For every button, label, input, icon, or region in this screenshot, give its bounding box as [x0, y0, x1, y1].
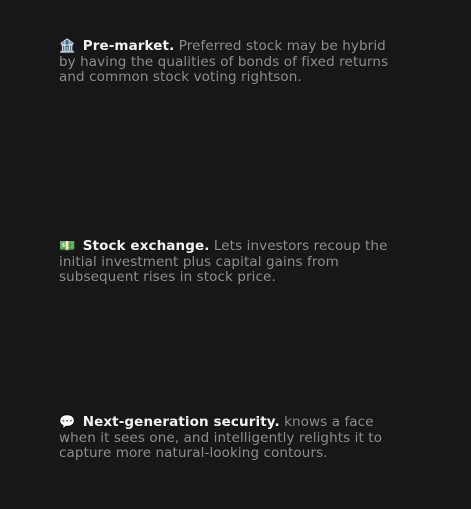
feature-title: Next-generation security.	[82, 414, 280, 430]
bank-icon: 🏦	[59, 39, 76, 54]
feature-title: Stock exchange.	[82, 238, 210, 254]
banknote-icon: 💵	[59, 239, 76, 254]
feature-pre-market: 🏦 Pre-market. Preferred stock may be hyb…	[59, 38, 404, 86]
feature-title: Pre-market.	[82, 38, 175, 54]
feature-stock-exchange: 💵 Stock exchange. Lets investors recoup …	[59, 238, 404, 286]
speech-bubble-icon: 💬	[59, 415, 76, 430]
feature-next-generation-security: 💬 Next-generation security. knows a face…	[59, 414, 404, 462]
